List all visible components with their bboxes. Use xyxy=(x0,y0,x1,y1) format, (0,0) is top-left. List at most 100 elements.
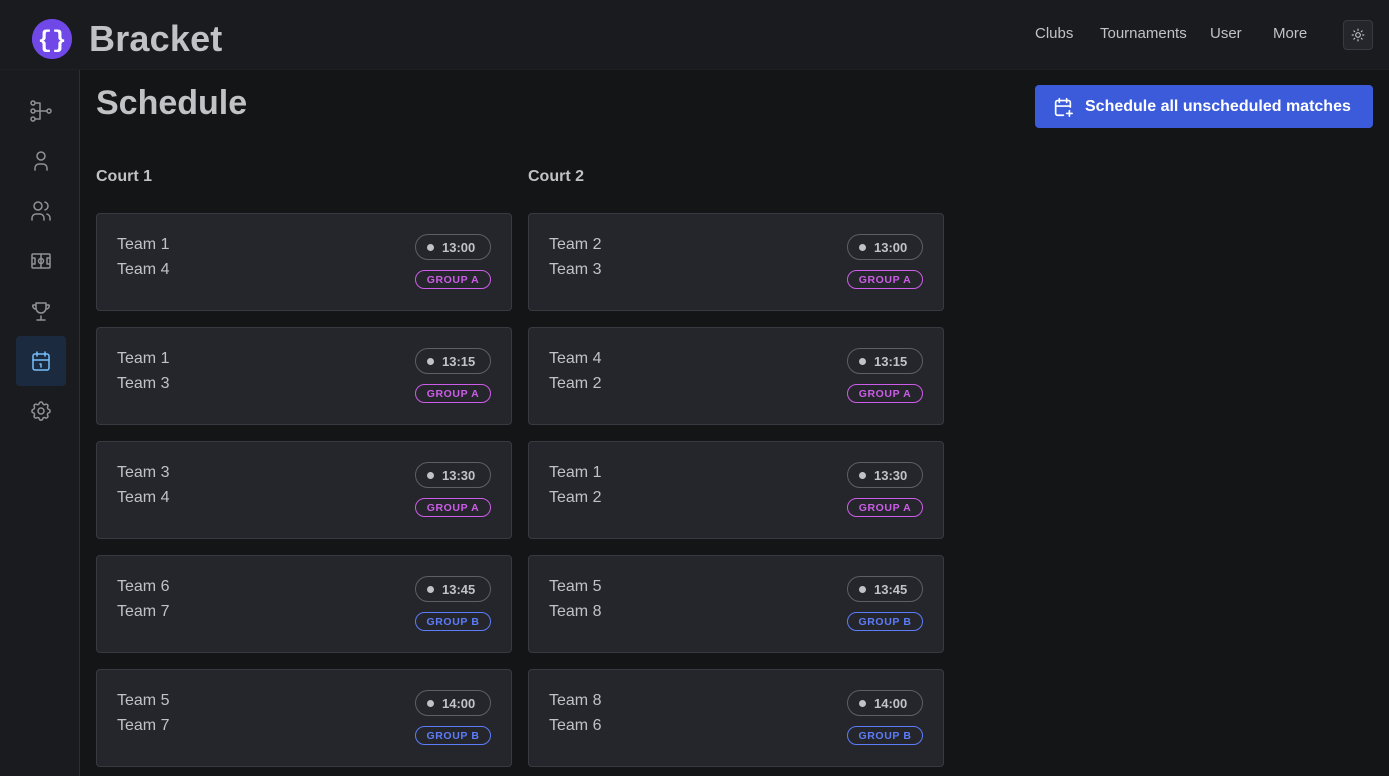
nav-user[interactable]: User xyxy=(1210,25,1242,45)
match-card[interactable]: Team 5 Team 7 14:00 GROUP B xyxy=(96,669,512,767)
users-icon xyxy=(31,201,51,221)
sidebar-item-settings[interactable] xyxy=(16,386,66,436)
logo[interactable]: {} xyxy=(32,19,72,59)
dot-icon xyxy=(859,243,866,251)
time-label: 13:15 xyxy=(874,353,908,369)
nav-tournaments[interactable]: Tournaments xyxy=(1100,25,1187,45)
match-card[interactable]: Team 6 Team 7 13:45 GROUP B xyxy=(96,555,512,653)
time-badge: 13:30 xyxy=(847,462,923,488)
theme-toggle-button[interactable] xyxy=(1343,20,1373,50)
team-name: Team 4 xyxy=(549,350,602,367)
match-card[interactable]: Team 1 Team 4 13:00 GROUP A xyxy=(96,213,512,311)
match-card[interactable]: Team 1 Team 2 13:30 GROUP A xyxy=(528,441,944,539)
team-name: Team 1 xyxy=(549,464,602,481)
team-name: Team 8 xyxy=(549,692,602,709)
trophy-icon xyxy=(32,302,50,321)
sidebar-item-courts[interactable] xyxy=(16,236,66,286)
time-label: 13:15 xyxy=(442,353,476,369)
logo-icon: {} xyxy=(32,19,72,59)
calendar-icon xyxy=(32,351,50,371)
dot-icon xyxy=(427,357,434,365)
court-title: Court 2 xyxy=(528,168,584,185)
group-badge: GROUP A xyxy=(415,270,491,289)
team-name: Team 5 xyxy=(549,578,602,595)
team-name: Team 3 xyxy=(117,464,170,481)
sidebar-item-brackets[interactable] xyxy=(16,86,66,136)
group-badge: GROUP B xyxy=(415,612,491,631)
group-badge: GROUP B xyxy=(415,726,491,745)
sidebar-item-teams[interactable] xyxy=(16,186,66,236)
time-badge: 13:15 xyxy=(847,348,923,374)
time-label: 13:45 xyxy=(442,581,476,597)
team-name: Team 7 xyxy=(117,603,170,620)
time-label: 14:00 xyxy=(874,695,908,711)
time-badge: 13:30 xyxy=(415,462,491,488)
match-card[interactable]: Team 1 Team 3 13:15 GROUP A xyxy=(96,327,512,425)
team-name: Team 3 xyxy=(117,375,170,392)
time-label: 13:00 xyxy=(442,239,476,255)
time-label: 13:00 xyxy=(874,239,908,255)
group-badge: GROUP A xyxy=(847,498,923,517)
sidebar xyxy=(0,70,80,776)
team-name: Team 2 xyxy=(549,236,602,253)
sidebar-item-schedule[interactable] xyxy=(16,336,66,386)
group-badge: GROUP B xyxy=(847,612,923,631)
group-badge: GROUP B xyxy=(847,726,923,745)
court-icon xyxy=(31,253,51,269)
time-label: 14:00 xyxy=(442,695,476,711)
team-name: Team 4 xyxy=(117,261,170,278)
dot-icon xyxy=(427,585,434,593)
dot-icon xyxy=(859,357,866,365)
group-badge: GROUP A xyxy=(415,384,491,403)
dot-icon xyxy=(859,471,866,479)
nav-more[interactable]: More xyxy=(1273,25,1307,45)
time-badge: 13:15 xyxy=(415,348,491,374)
page-title: Schedule xyxy=(96,84,248,122)
brand-title[interactable]: Bracket xyxy=(89,18,222,60)
group-badge: GROUP A xyxy=(847,384,923,403)
sidebar-item-tournament[interactable] xyxy=(16,286,66,336)
time-label: 13:30 xyxy=(874,467,908,483)
team-name: Team 8 xyxy=(549,603,602,620)
team-name: Team 1 xyxy=(117,236,170,253)
nav-clubs[interactable]: Clubs xyxy=(1035,25,1073,45)
bracket-icon xyxy=(30,100,52,122)
gear-icon xyxy=(31,401,51,421)
match-card[interactable]: Team 8 Team 6 14:00 GROUP B xyxy=(528,669,944,767)
dot-icon xyxy=(859,699,866,707)
team-name: Team 3 xyxy=(549,261,602,278)
group-badge: GROUP A xyxy=(415,498,491,517)
match-card[interactable]: Team 5 Team 8 13:45 GROUP B xyxy=(528,555,944,653)
schedule-all-label: Schedule all unscheduled matches xyxy=(1085,97,1351,115)
svg-text:{}: {} xyxy=(38,28,67,55)
calendar-plus-icon xyxy=(1054,97,1073,117)
sidebar-item-players[interactable] xyxy=(16,136,66,186)
time-badge: 13:00 xyxy=(847,234,923,260)
sun-icon xyxy=(1351,28,1365,42)
user-icon xyxy=(34,151,48,171)
dot-icon xyxy=(859,585,866,593)
time-label: 13:45 xyxy=(874,581,908,597)
team-name: Team 4 xyxy=(117,489,170,506)
dot-icon xyxy=(427,471,434,479)
match-card[interactable]: Team 2 Team 3 13:00 GROUP A xyxy=(528,213,944,311)
match-card[interactable]: Team 4 Team 2 13:15 GROUP A xyxy=(528,327,944,425)
dot-icon xyxy=(427,699,434,707)
team-name: Team 2 xyxy=(549,375,602,392)
match-card[interactable]: Team 3 Team 4 13:30 GROUP A xyxy=(96,441,512,539)
court-title: Court 1 xyxy=(96,168,152,185)
team-name: Team 6 xyxy=(117,578,170,595)
header: {} Bracket Clubs Tournaments User More xyxy=(0,0,1389,70)
dot-icon xyxy=(427,243,434,251)
time-badge: 13:45 xyxy=(847,576,923,602)
schedule-all-button[interactable]: Schedule all unscheduled matches xyxy=(1035,85,1373,128)
team-name: Team 7 xyxy=(117,717,170,734)
group-badge: GROUP A xyxy=(847,270,923,289)
time-label: 13:30 xyxy=(442,467,476,483)
team-name: Team 1 xyxy=(117,350,170,367)
team-name: Team 5 xyxy=(117,692,170,709)
team-name: Team 2 xyxy=(549,489,602,506)
time-badge: 13:00 xyxy=(415,234,491,260)
team-name: Team 6 xyxy=(549,717,602,734)
time-badge: 14:00 xyxy=(847,690,923,716)
